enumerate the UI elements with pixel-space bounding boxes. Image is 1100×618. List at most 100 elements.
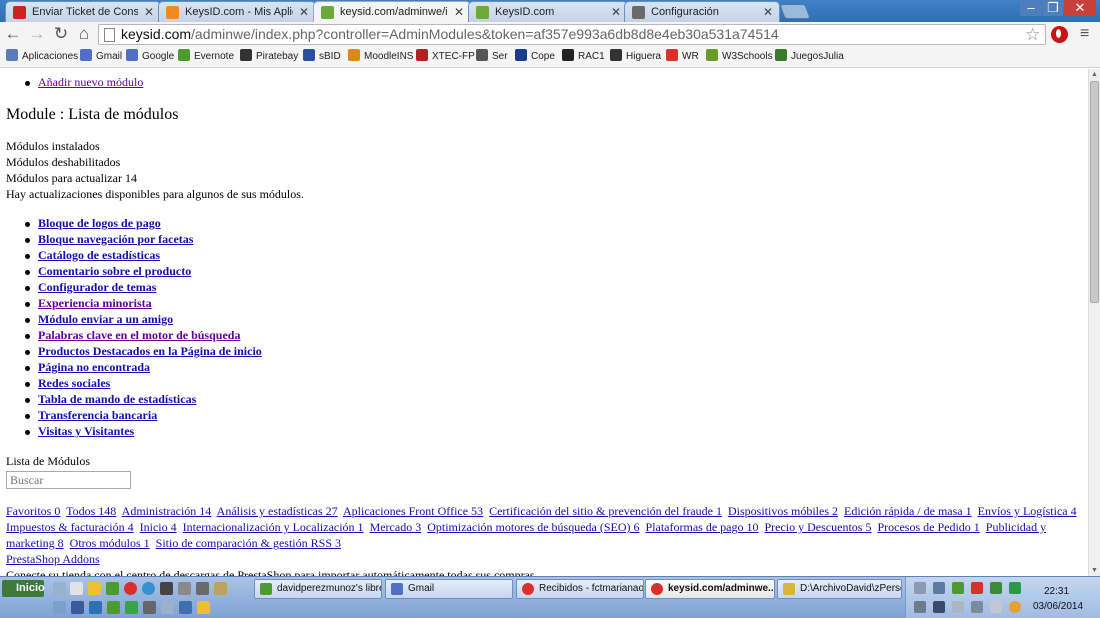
folder-icon[interactable]: [88, 582, 101, 595]
tab-configuracion[interactable]: Configuración ✕: [624, 1, 780, 22]
module-link[interactable]: Transferencia bancaria: [38, 408, 157, 423]
task-libreta[interactable]: davidperezmunoz's libret...: [254, 579, 382, 599]
notification-icon[interactable]: [914, 582, 926, 594]
close-icon[interactable]: ✕: [611, 5, 621, 19]
bookmark-cope[interactable]: Cope: [515, 49, 555, 65]
vertical-scrollbar[interactable]: ▲ ▼: [1088, 69, 1100, 576]
cloud-icon[interactable]: [89, 601, 102, 614]
close-icon[interactable]: ✕: [144, 5, 154, 19]
ie-icon[interactable]: [142, 582, 155, 595]
category-link[interactable]: Internacionalización y Localización 1: [183, 520, 364, 534]
close-icon[interactable]: ✕: [454, 5, 464, 19]
category-link[interactable]: Favoritos 0: [6, 504, 60, 518]
add-module-link[interactable]: Añadir nuevo módulo: [38, 75, 143, 90]
home-button[interactable]: ⌂: [74, 24, 94, 44]
category-link[interactable]: Precio y Descuentos 5: [764, 520, 871, 534]
task-explorer[interactable]: D:\ArchivoDavid\zPerso...: [777, 579, 902, 599]
category-link[interactable]: Optimización motores de búsqueda (SEO) 6: [427, 520, 639, 534]
scroll-down-arrow-icon[interactable]: ▼: [1091, 567, 1098, 574]
bookmark-w3schools[interactable]: W3Schools: [706, 49, 773, 65]
bookmark-juegosjulia[interactable]: JuegosJulia: [775, 49, 844, 65]
tab-keysid-aplicaciones[interactable]: KeysID.com - Mis Aplicacione ✕: [158, 1, 316, 22]
settings-icon[interactable]: [178, 582, 191, 595]
category-link[interactable]: Mercado 3: [370, 520, 422, 534]
module-link[interactable]: Visitas y Visitantes: [38, 424, 134, 439]
terminal-icon[interactable]: [160, 582, 173, 595]
module-link[interactable]: Productos Destacados en la Página de ini…: [38, 344, 262, 359]
app-icon[interactable]: [214, 582, 227, 595]
app-icon[interactable]: [161, 601, 174, 614]
bookmark-rac1[interactable]: RAC1: [562, 49, 605, 65]
module-link[interactable]: Tabla de mando de estadísticas: [38, 392, 196, 407]
app-icon[interactable]: [143, 601, 156, 614]
back-button[interactable]: ←: [3, 24, 23, 44]
category-link[interactable]: Análisis y estadísticas 27: [217, 504, 338, 518]
category-link[interactable]: Edición rápida / de masa 1: [844, 504, 972, 518]
category-link[interactable]: Inicio 4: [140, 520, 177, 534]
star-icon[interactable]: ☆: [1025, 25, 1040, 45]
printer-icon[interactable]: [933, 582, 945, 594]
module-link[interactable]: Bloque navegación por facetas: [38, 232, 193, 247]
search-input[interactable]: [6, 471, 131, 489]
category-link[interactable]: Dispositivos móbiles 2: [728, 504, 838, 518]
bookmark-google[interactable]: Google: [126, 49, 174, 65]
close-icon[interactable]: ✕: [763, 5, 773, 19]
category-link[interactable]: Impuestos & facturación 4: [6, 520, 134, 534]
reload-button[interactable]: ↻: [51, 24, 71, 44]
url-text[interactable]: keysid.com/adminwe/index.php?controller=…: [121, 26, 779, 42]
category-link[interactable]: Otros módulos 1: [70, 536, 150, 550]
bookmark-moodleins[interactable]: MoodleINS: [348, 49, 413, 65]
chrome-icon[interactable]: [124, 582, 137, 595]
bookmark-gmail[interactable]: Gmail: [80, 49, 122, 65]
category-link[interactable]: Plataformas de pago 10: [646, 520, 759, 534]
module-link[interactable]: Página no encontrada: [38, 360, 150, 375]
tab-enviar-ticket[interactable]: Enviar Ticket de Consulta - w ✕: [5, 1, 161, 22]
prestashop-addons-link[interactable]: PrestaShop Addons: [6, 552, 100, 567]
bookmark-xtec-fp[interactable]: XTEC-FP: [416, 49, 475, 65]
task-recibidos[interactable]: Recibidos - fctmarianao...: [516, 579, 644, 599]
app-tray-icon[interactable]: [933, 601, 945, 613]
module-link[interactable]: Comentario sobre el producto: [38, 264, 191, 279]
maximize-button[interactable]: ❐: [1043, 0, 1063, 16]
close-window-button[interactable]: ✕: [1064, 0, 1096, 16]
module-link[interactable]: Módulo enviar a un amigo: [38, 312, 173, 327]
tab-keysid[interactable]: KeysID.com ✕: [468, 1, 628, 22]
bookmark-higuera[interactable]: Higuera: [610, 49, 661, 65]
volume-icon[interactable]: [952, 601, 964, 613]
new-tab-button[interactable]: [779, 4, 811, 19]
category-link[interactable]: Envíos y Logística 4: [978, 504, 1077, 518]
show-desktop-icon[interactable]: [53, 582, 66, 595]
network-icon[interactable]: [914, 601, 926, 613]
bookmark-aplicaciones[interactable]: Aplicaciones: [6, 49, 78, 65]
forward-button[interactable]: →: [27, 24, 47, 44]
app-icon[interactable]: [107, 601, 120, 614]
app-tray-icon[interactable]: [952, 582, 964, 594]
minimize-button[interactable]: –: [1020, 0, 1042, 16]
bookmark-evernote[interactable]: Evernote: [178, 49, 234, 65]
category-link[interactable]: Sitio de comparación & gestión RSS 3: [156, 536, 341, 550]
checkmark-icon[interactable]: [1009, 582, 1021, 594]
category-link[interactable]: Todos 148: [66, 504, 116, 518]
module-link[interactable]: Catálogo de estadísticas: [38, 248, 160, 263]
module-link[interactable]: Palabras clave en el motor de búsqueda: [38, 328, 240, 343]
clock-time[interactable]: 22:31: [1044, 586, 1069, 597]
app-tray-icon[interactable]: [1009, 601, 1021, 613]
bookmark-wr[interactable]: WR: [666, 49, 699, 65]
scroll-up-arrow-icon[interactable]: ▲: [1091, 71, 1098, 78]
app-icon[interactable]: [106, 582, 119, 595]
app-icon[interactable]: [53, 601, 66, 614]
task-keysid[interactable]: keysid.com/adminwe...: [645, 579, 775, 599]
flag-icon[interactable]: [990, 601, 1002, 613]
bookmark-piratebay[interactable]: Piratebay: [240, 49, 298, 65]
app-icon[interactable]: [71, 601, 84, 614]
app-icon[interactable]: [179, 601, 192, 614]
module-link[interactable]: Bloque de logos de pago: [38, 216, 161, 231]
task-gmail[interactable]: Gmail: [385, 579, 513, 599]
scroll-thumb[interactable]: [1090, 81, 1099, 303]
tab-keysid-admin[interactable]: keysid.com/adminwe/index.p ✕: [313, 1, 471, 23]
category-link[interactable]: Procesos de Pedido 1: [877, 520, 979, 534]
bookmark-ser[interactable]: Ser: [476, 49, 508, 65]
app-tray-icon[interactable]: [990, 582, 1002, 594]
module-link[interactable]: Configurador de temas: [38, 280, 156, 295]
module-link[interactable]: Redes sociales: [38, 376, 110, 391]
